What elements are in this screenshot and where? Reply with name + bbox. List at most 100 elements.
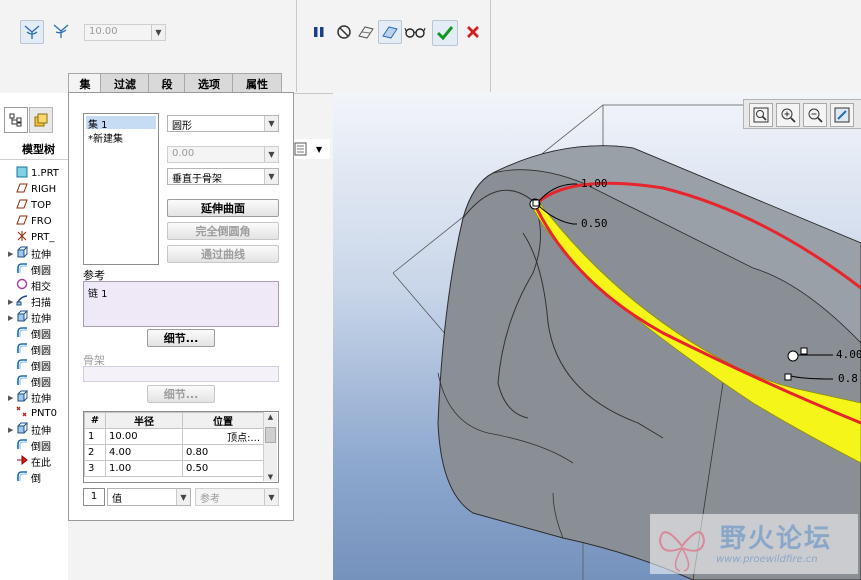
zoom-in-icon[interactable] [776, 103, 800, 127]
dimension-label[interactable]: 1.00 [581, 177, 608, 190]
tab-properties[interactable]: 属性 [232, 73, 282, 93]
tree-item[interactable]: TOP [8, 198, 51, 213]
table-cell[interactable]: 顶点:... [182, 428, 264, 445]
geometry-preview-icon[interactable] [355, 21, 377, 43]
refit-icon[interactable] [749, 103, 773, 127]
repaint-icon[interactable] [830, 103, 854, 127]
tree-item[interactable]: PNT0 [8, 406, 57, 421]
expand-arrow-icon[interactable]: ▶ [8, 426, 16, 434]
scrollbar-thumb[interactable] [265, 427, 276, 443]
tree-item[interactable]: 在此 [8, 454, 51, 469]
tree-item[interactable]: 相交 [8, 278, 51, 293]
method-select[interactable]: 垂直于骨架 ▼ [167, 168, 279, 185]
conic-value: 0.00 [172, 148, 195, 159]
tree-item-label: 拉伸 [31, 426, 51, 437]
tab-options[interactable]: 选项 [184, 73, 234, 93]
tree-item[interactable]: ▶ 拉伸 [8, 390, 51, 405]
tree-item[interactable]: ▶ 拉伸 [8, 246, 51, 261]
close-icon[interactable] [462, 21, 484, 43]
chevron-down-icon: ▼ [316, 144, 323, 154]
table-row[interactable]: 1 10.00 顶点:... [84, 428, 264, 445]
tree-settings-button[interactable]: ▼ [294, 139, 330, 159]
tree-item-label: 倒 [31, 474, 41, 485]
dimension-label[interactable]: 0.50 [581, 217, 608, 230]
tree-item-label: 在此 [31, 458, 51, 469]
list-item-label[interactable]: *新建集 [88, 130, 123, 145]
tab-label: 过滤 [114, 77, 136, 91]
tree-item[interactable]: ▶ 拉伸 [8, 310, 51, 325]
tree-item[interactable]: ▶ 扫描 [8, 294, 51, 309]
tree-item[interactable]: 倒圆 [8, 358, 51, 373]
intersect-icon [16, 278, 31, 293]
tree-item[interactable]: 1.PRT [8, 166, 59, 181]
table-cell[interactable]: 0.80 [182, 444, 264, 461]
datum-point-icon [16, 406, 31, 421]
tree-item[interactable]: 倒圆 [8, 262, 51, 277]
tab-sets[interactable]: 集 [68, 73, 102, 94]
graphics-viewport[interactable]: 1.00 0.50 4.00 0.8 [333, 93, 861, 580]
round-icon [16, 438, 31, 453]
tab-filter[interactable]: 过滤 [100, 73, 150, 93]
tree-item-label: PRT_ [31, 232, 55, 243]
point-index[interactable]: 1 [83, 488, 105, 506]
ok-button[interactable] [432, 20, 458, 46]
sets-panel: 集 1 *新建集 圆形 ▼ 0.00 ▼ 垂直于骨架 ▼ 延伸曲面 完全倒圆角 … [68, 92, 294, 521]
tree-item[interactable]: PRT_ [8, 230, 54, 245]
insert-here-icon [16, 454, 31, 469]
dimension-label[interactable]: 4.00 [836, 348, 861, 361]
attached-preview-icon[interactable] [378, 20, 402, 44]
tree-item[interactable]: 倒圆 [8, 438, 51, 453]
chevron-down-icon: ▼ [176, 489, 190, 505]
pause-icon[interactable] [308, 21, 330, 43]
zoom-out-icon[interactable] [803, 103, 827, 127]
butterfly-logo-icon [658, 531, 706, 572]
tree-item-label: FRO [31, 216, 52, 227]
tree-item-label: 拉伸 [31, 314, 51, 325]
references-collector[interactable]: 链 1 [83, 281, 279, 327]
variable-round-icon[interactable] [50, 20, 72, 42]
tree-item[interactable]: 倒圆 [8, 326, 51, 341]
table-row[interactable]: 3 1.00 0.50 [84, 460, 264, 477]
value-type-select[interactable]: 值 ▼ [107, 488, 191, 506]
layers-tab-icon[interactable] [29, 107, 53, 133]
shape-select[interactable]: 圆形 ▼ [167, 115, 279, 132]
no-preview-icon[interactable] [333, 21, 355, 43]
tree-item-label: 倒圆 [31, 362, 51, 373]
radius-table: # 半径 位置 1 10.00 顶点:... 2 4.00 0.80 3 1.0… [83, 411, 279, 483]
watermark-title: 野火论坛 [720, 524, 833, 554]
table-scrollbar[interactable]: ▲ ▼ [263, 413, 277, 481]
tab-segments[interactable]: 段 [148, 73, 186, 93]
column-header: 位置 [182, 412, 264, 429]
model-tree-tab-icon[interactable] [4, 107, 28, 133]
table-cell[interactable]: 4.00 [105, 444, 183, 461]
tree-item[interactable]: 倒圆 [8, 374, 51, 389]
expand-arrow-icon[interactable]: ▶ [8, 394, 16, 402]
table-cell[interactable]: 0.50 [182, 460, 264, 477]
tree-item[interactable]: ▶ 拉伸 [8, 422, 51, 437]
expand-arrow-icon[interactable]: ▶ [8, 250, 16, 258]
tree-item[interactable]: FRO [8, 214, 52, 229]
divider [490, 0, 491, 92]
tree-item-label: 相交 [31, 282, 51, 293]
expand-arrow-icon[interactable]: ▶ [8, 314, 16, 322]
table-cell[interactable]: 1.00 [105, 460, 183, 477]
table-cell[interactable]: 10.00 [105, 428, 183, 445]
verify-glasses-icon[interactable] [404, 21, 426, 43]
chevron-down-icon: ▼ [264, 116, 278, 131]
constant-round-icon[interactable] [20, 20, 44, 44]
references-details-button[interactable]: 细节... [147, 329, 215, 347]
round-icon [16, 358, 31, 373]
tree-item[interactable]: RIGH [8, 182, 56, 197]
radius-input[interactable]: 10.00 ▼ [84, 24, 166, 41]
expand-arrow-icon[interactable]: ▶ [8, 298, 16, 306]
tree-item[interactable]: 倒 [8, 470, 41, 485]
sets-list[interactable]: 集 1 *新建集 [83, 113, 159, 265]
table-row[interactable]: 2 4.00 0.80 [84, 444, 264, 461]
model-graphics[interactable] [333, 93, 861, 580]
chevron-down-icon: ▼ [264, 147, 278, 162]
dimension-label[interactable]: 0.8 [838, 372, 858, 385]
extend-surfaces-button[interactable]: 延伸曲面 [167, 199, 279, 217]
list-icon [294, 142, 307, 156]
watermark-url: www.proewildfire.cn [716, 554, 818, 565]
tree-item[interactable]: 倒圆 [8, 342, 51, 357]
